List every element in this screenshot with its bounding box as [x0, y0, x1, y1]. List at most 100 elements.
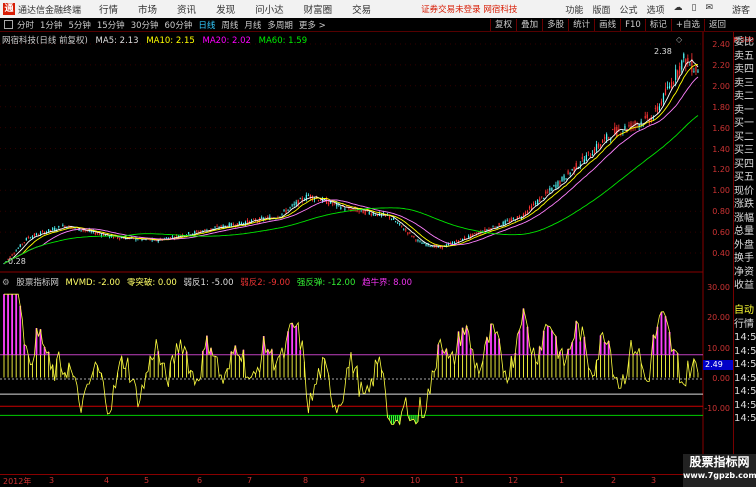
candle-body: [506, 220, 508, 222]
candle-body: [194, 231, 196, 234]
quote-field-label: 卖二: [734, 91, 754, 102]
candle-body: [464, 237, 466, 240]
candle-body: [664, 88, 667, 95]
candle-body: [29, 237, 31, 239]
indicator-hot-bar: [550, 330, 553, 355]
date-label: 6: [197, 476, 203, 485]
quote-field-label: 卖四: [734, 64, 754, 75]
candle-body: [392, 218, 395, 220]
candle-body: [94, 232, 96, 235]
indicator-hot-bar: [660, 311, 663, 355]
candle-body: [537, 200, 539, 205]
candle-body: [250, 220, 253, 222]
candle-body: [472, 233, 474, 236]
candle-body: [459, 238, 462, 240]
candle-body: [695, 66, 697, 72]
candle-body: [429, 245, 431, 247]
candle-body: [589, 156, 592, 158]
candle-body: [25, 238, 27, 241]
candle-body: [100, 234, 102, 236]
date-axis: 2012年34567891011121234: [0, 474, 708, 487]
quote-field-label: 现价: [734, 185, 754, 197]
tick-label: 14:50: [734, 399, 756, 411]
quote-field-label: 收益: [734, 280, 754, 291]
date-label: 12: [508, 476, 519, 485]
candle-body: [117, 237, 119, 239]
candle-body: [571, 169, 573, 171]
candle-body: [332, 203, 334, 205]
candle-body: [137, 239, 139, 241]
settings-icon[interactable]: ⚙: [2, 278, 10, 288]
candle-body: [453, 242, 456, 244]
candle-body: [23, 242, 25, 243]
candle-body: [145, 239, 147, 241]
candle-body: [409, 232, 411, 234]
low-price-label: 0.28: [8, 257, 26, 266]
candle-body: [13, 253, 15, 255]
tick-label: 14:50: [734, 359, 756, 370]
candle-body: [33, 233, 36, 237]
candle-body: [305, 194, 307, 200]
candle-body: [267, 216, 269, 218]
indicator-name[interactable]: 股票指标网: [16, 278, 59, 288]
candle-body: [188, 232, 190, 234]
indicator-hot-bar: [469, 348, 472, 355]
quote-field-label: 净资: [734, 266, 754, 278]
candle-body: [512, 218, 514, 220]
diamond-icon: ◇: [676, 35, 683, 44]
candle-body: [561, 176, 563, 182]
candle-body: [299, 198, 301, 200]
candle-body: [504, 220, 506, 224]
candle-body: [673, 83, 675, 85]
ma20-line: [3, 76, 699, 264]
candle-body: [407, 232, 409, 234]
candle-body: [579, 164, 581, 166]
quote-panel: 委比 卖五 卖四 卖三 卖二 卖一 买一 买二 买三 买四 买五 现价 涨跌 涨幅 总量 外盘 换手 净资 收益: [733, 32, 756, 304]
candle-body: [583, 159, 585, 164]
candle-body: [19, 244, 21, 247]
candle-body: [52, 228, 54, 230]
tick-label: 行情: [734, 318, 754, 330]
candle-body: [608, 137, 610, 139]
ma60-line: [3, 115, 699, 264]
date-label: 8: [303, 476, 309, 485]
candle-body: [591, 154, 594, 156]
candle-body: [98, 233, 100, 235]
candle-body: [514, 220, 516, 222]
date-label: 3: [651, 476, 657, 485]
candle-body: [565, 178, 567, 180]
candle-body: [397, 222, 399, 224]
quote-field-label: 总量: [734, 226, 754, 237]
price-tick: 1.20: [712, 165, 730, 175]
candle-body: [368, 212, 370, 214]
candle-body: [524, 212, 527, 215]
quote-field-label: 卖一: [734, 104, 754, 116]
candle-body: [62, 225, 64, 227]
candle-body: [553, 185, 555, 186]
candle-body: [533, 203, 535, 206]
candle-body: [287, 209, 289, 211]
candle-body: [238, 221, 240, 225]
candle-body: [687, 57, 689, 62]
date-label: 10: [410, 476, 421, 485]
candle-body: [39, 232, 42, 235]
tick-label: 14:50: [734, 413, 756, 424]
candle-body: [165, 237, 167, 239]
indicator-hot-bar: [664, 316, 667, 355]
chart-canvas[interactable]: 2.38 0.28 ◇: [0, 0, 756, 487]
candle-body: [474, 232, 476, 234]
indicator-hot-bar: [11, 294, 14, 355]
candle-body: [15, 250, 17, 252]
candle-body: [352, 208, 354, 210]
bull-line-value: 趋牛界: 8.00: [362, 278, 413, 288]
candle-body: [399, 223, 401, 225]
watermark-url: www.7gpzb.com: [683, 471, 756, 480]
indicator-hot-bar: [494, 333, 496, 355]
date-label: 9: [360, 476, 366, 485]
high-price-label: 2.38: [654, 47, 672, 56]
candle-body: [602, 140, 604, 143]
date-label: 2012年: [3, 477, 32, 486]
date-label: 3: [49, 476, 55, 485]
candle-body: [606, 134, 608, 140]
candle-body: [417, 239, 419, 241]
